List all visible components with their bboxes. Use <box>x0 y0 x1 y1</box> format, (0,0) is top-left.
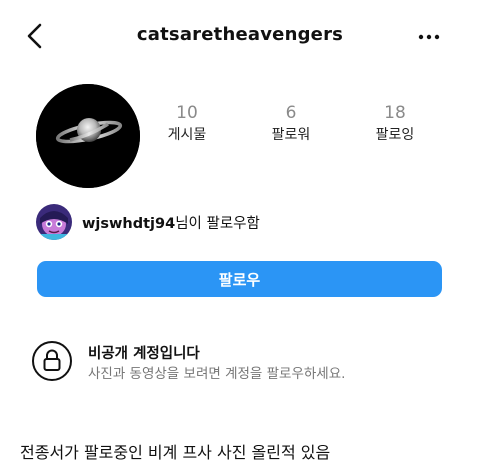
ellipsis-icon <box>418 34 440 40</box>
posts-count-value: 10 <box>176 103 198 123</box>
following-count-value: 18 <box>384 103 406 123</box>
saturn-image <box>36 84 140 188</box>
mutual-follower-avatar[interactable] <box>36 204 72 240</box>
followers-count[interactable]: 6 팔로워 <box>246 102 336 146</box>
cartoon-avatar-image <box>36 204 72 240</box>
private-account-subtitle: 사진과 동영상을 보려면 계정을 팔로우하세요. <box>88 366 346 382</box>
profile-avatar[interactable] <box>36 84 140 188</box>
following-count[interactable]: 18 팔로잉 <box>350 102 440 146</box>
mutual-follower-text: wjswhdtj94님이 팔로우함 <box>82 212 260 233</box>
mutual-follower-suffix: 님이 팔로우함 <box>175 215 260 232</box>
mutual-follower-name[interactable]: wjswhdtj94 <box>82 216 175 232</box>
profile-username: catsaretheavengers <box>136 24 344 45</box>
posts-count[interactable]: 10 게시물 <box>142 102 232 146</box>
followers-count-value: 6 <box>285 103 297 123</box>
mutual-follower[interactable]: wjswhdtj94님이 팔로우함 <box>36 204 260 240</box>
followers-count-label: 팔로워 <box>271 127 311 143</box>
more-options-button[interactable] <box>414 24 444 48</box>
private-account-title: 비공개 계정입니다 <box>88 346 200 362</box>
lock-icon <box>32 341 72 381</box>
private-account-notice: 비공개 계정입니다 사진과 동영상을 보려면 계정을 팔로우하세요. <box>32 341 452 385</box>
posts-count-label: 게시물 <box>167 127 207 143</box>
caption-text: 전종서가 팔로중인 비계 프사 사진 올린적 있음 <box>20 443 331 462</box>
header: catsaretheavengers <box>0 0 480 72</box>
follow-button[interactable]: 팔로우 <box>37 261 442 297</box>
following-count-label: 팔로잉 <box>375 127 415 143</box>
